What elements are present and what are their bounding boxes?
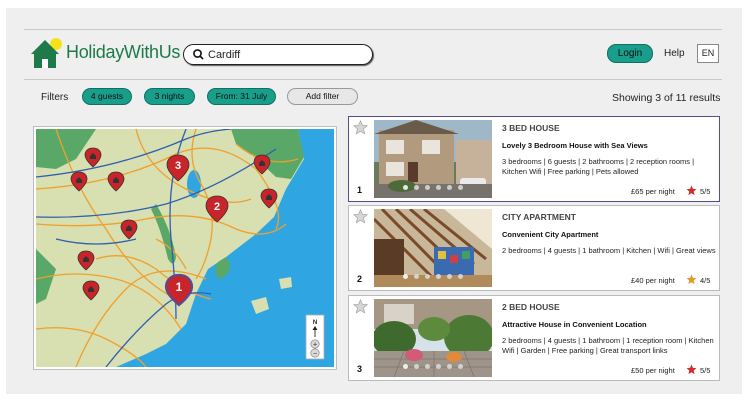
brand-name[interactable]: HolidayWithUs [66, 42, 180, 63]
rating-star-icon [686, 274, 697, 285]
listing-rating: 5/5 [700, 366, 711, 375]
filter-chip-date[interactable]: From: 31 July [207, 88, 276, 105]
listing-type: 2 BED HOUSE [502, 302, 560, 312]
listing-number: 1 [357, 185, 363, 195]
favorite-star-icon[interactable] [353, 209, 368, 224]
filter-chip-nights[interactable]: 3 nights [144, 88, 195, 105]
carousel-dots[interactable] [374, 177, 492, 195]
favorite-star-icon[interactable] [353, 299, 368, 314]
listing-number: 2 [357, 274, 363, 284]
listing-price: £50 per night [631, 366, 675, 375]
listing-photo[interactable] [374, 299, 492, 377]
listing-features: 3 bedrooms | 6 guests | 2 bathrooms | 2 … [502, 157, 695, 176]
compass-label: N [313, 320, 317, 326]
map-canvas[interactable]: 3 2 1 N + − [36, 129, 334, 367]
listing-number: 3 [357, 364, 363, 374]
map-pin-2-label: 2 [214, 201, 220, 213]
search-icon [193, 49, 204, 60]
listing-photo[interactable] [374, 120, 492, 198]
login-button[interactable]: Login [607, 44, 653, 63]
map-pin-1-label: 1 [176, 280, 183, 294]
listing-price: £65 per night [631, 187, 675, 196]
listing-title[interactable]: Lovely 3 Bedroom House with Sea Views [502, 141, 648, 150]
listing-card-1[interactable]: 1 3 BED HOUSE Lovely 3 Bedroom House wit… [348, 116, 720, 202]
listing-rating: 5/5 [700, 187, 711, 196]
results-count: Showing 3 of 11 results [612, 92, 721, 104]
listing-title[interactable]: Attractive House in Convenient Location [502, 320, 647, 329]
favorite-star-icon[interactable] [353, 120, 368, 135]
filter-chip-guests[interactable]: 4 guests [82, 88, 132, 105]
listing-type: 3 BED HOUSE [502, 123, 560, 133]
listing-card-3[interactable]: 3 2 BED HOUSE Attractive House in Conven… [348, 295, 720, 381]
search-box[interactable] [183, 44, 373, 65]
carousel-dots[interactable] [374, 356, 492, 374]
header-divider [24, 79, 722, 80]
listing-rating: 4/5 [700, 276, 711, 285]
listing-photo[interactable] [374, 209, 492, 287]
help-link[interactable]: Help [664, 48, 685, 59]
zoom-in-label: + [313, 341, 317, 348]
rating-star-icon [686, 364, 697, 375]
listing-title[interactable]: Convenient City Apartment [502, 230, 598, 239]
map-panel[interactable]: 3 2 1 N + − [33, 126, 337, 370]
map-controls: N + − [305, 314, 325, 360]
listing-features: 2 bedrooms | 4 guests | 1 bathroom | 1 r… [502, 336, 714, 355]
zoom-out-label: − [313, 350, 317, 357]
listing-card-2[interactable]: 2 CITY APARTMENT Convenient City Apartme… [348, 205, 720, 291]
listing-features: 2 bedrooms | 4 guests | 1 bathroom | Kit… [502, 246, 716, 255]
map-pin-3-label: 3 [175, 160, 181, 172]
add-filter-button[interactable]: Add filter [287, 88, 358, 105]
search-input[interactable] [208, 47, 368, 62]
language-selector[interactable]: EN [697, 44, 719, 63]
carousel-dots[interactable] [374, 266, 492, 284]
house-logo-icon[interactable] [30, 37, 64, 69]
top-divider [24, 29, 722, 30]
listing-type: CITY APARTMENT [502, 212, 576, 222]
rating-star-icon [686, 185, 697, 196]
listing-price: £40 per night [631, 276, 675, 285]
filters-label: Filters [41, 92, 69, 103]
